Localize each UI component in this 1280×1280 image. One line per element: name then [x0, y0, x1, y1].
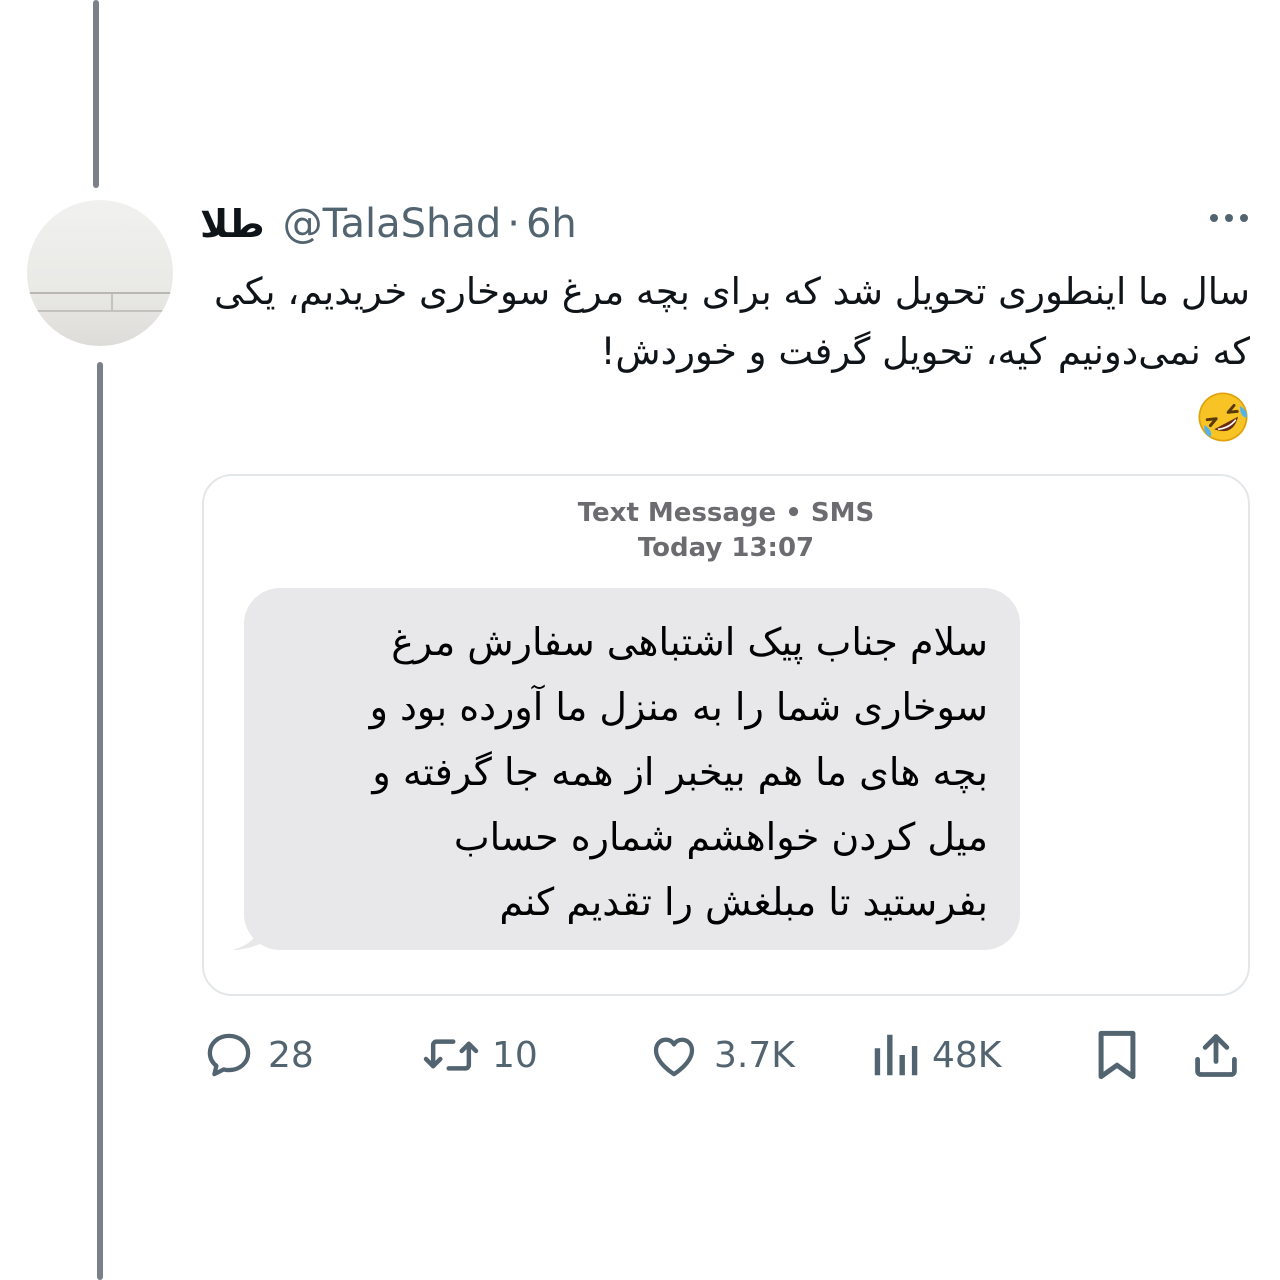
user-handle[interactable]: @TalaShad — [283, 201, 502, 247]
timestamp[interactable]: 6h — [526, 201, 577, 247]
share-button[interactable] — [1190, 1020, 1242, 1090]
sms-message-text: سلام جناب پیک اشتباهی سفارش مرغ سوخاری ش… — [244, 610, 988, 935]
tweet-body: سال ما اینطوری تحویل شد که برای بچه مرغ … — [214, 270, 1250, 373]
tweet-header: طلا @TalaShad · 6h — [200, 196, 577, 252]
thread-line-bottom — [97, 362, 103, 1280]
tweet-actions: 28 10 3.7K 48K — [200, 1020, 1250, 1090]
sms-message-line: بچه های ما هم بیخبر از همه جا گرفته و — [372, 750, 988, 794]
retweet-count: 10 — [492, 1034, 538, 1076]
sms-message-line: سوخاری شما را به منزل ما آورده بود و — [369, 685, 988, 729]
avatar-detail — [27, 310, 173, 312]
bookmark-icon — [1098, 1030, 1136, 1080]
avatar[interactable] — [27, 200, 173, 346]
sms-message-line: بفرستید تا مبلغش را تقدیم کنم — [499, 880, 988, 924]
reply-button[interactable]: 28 — [202, 1020, 314, 1090]
separator-dot: · — [507, 201, 520, 247]
tweet-text: سال ما اینطوری تحویل شد که برای بچه مرغ … — [206, 262, 1250, 444]
display-name[interactable]: طلا — [200, 202, 265, 246]
analytics-icon — [874, 1034, 918, 1076]
sms-header: Text Message • SMS Today 13:07 — [204, 496, 1248, 566]
share-icon — [1195, 1034, 1237, 1077]
more-horizontal-icon[interactable] — [1210, 214, 1248, 222]
avatar-detail — [27, 292, 173, 294]
heart-icon — [653, 1037, 695, 1077]
reply-count: 28 — [268, 1034, 314, 1076]
more-dot — [1225, 214, 1233, 222]
retweet-icon — [423, 1039, 479, 1071]
retweet-button[interactable]: 10 — [422, 1020, 538, 1090]
comment-icon — [207, 1033, 251, 1077]
like-count: 3.7K — [714, 1034, 795, 1076]
more-dot — [1210, 214, 1218, 222]
more-dot — [1240, 214, 1248, 222]
like-button[interactable]: 3.7K — [646, 1020, 795, 1090]
sms-message-bubble: سلام جناب پیک اشتباهی سفارش مرغ سوخاری ش… — [244, 588, 1020, 950]
thread-line-top — [93, 0, 99, 188]
bookmark-button[interactable] — [1092, 1020, 1142, 1090]
avatar-detail — [111, 294, 113, 310]
views-button[interactable]: 48K — [870, 1020, 1001, 1090]
rolling-on-floor-laughing-icon — [1198, 392, 1248, 441]
sms-header-time: Today 13:07 — [637, 533, 815, 563]
sms-message-line: میل کردن خواهشم شماره حساب — [453, 815, 988, 859]
sms-message-line: سلام جناب پیک اشتباهی سفارش مرغ — [391, 620, 988, 664]
view-count: 48K — [932, 1034, 1002, 1076]
sms-header-type: Text Message • SMS — [577, 498, 875, 528]
